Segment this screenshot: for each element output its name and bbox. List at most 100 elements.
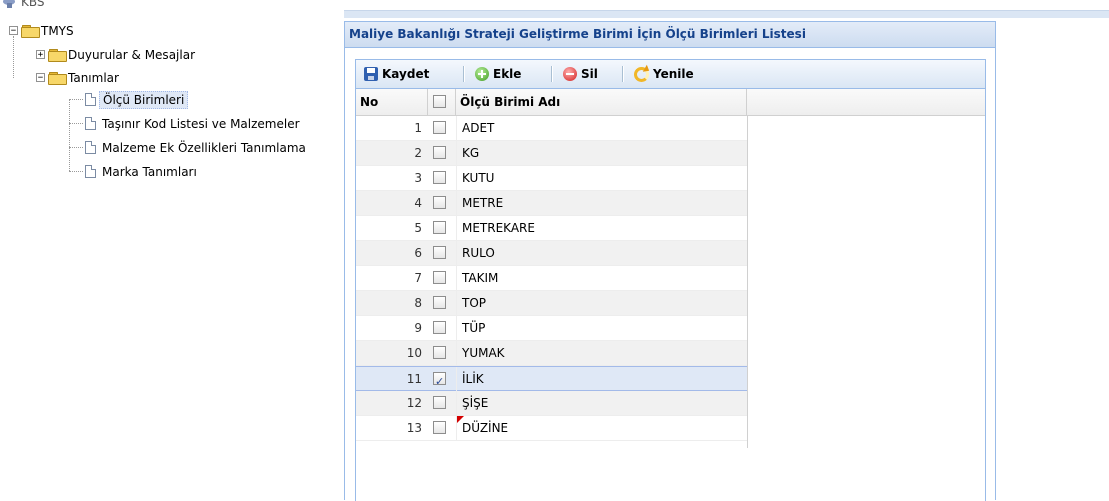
collapse-icon[interactable]: − xyxy=(36,73,45,83)
table-row[interactable]: 9 TÜP xyxy=(356,316,747,341)
row-checkbox[interactable] xyxy=(433,221,446,234)
table-row[interactable]: 12 ŞİŞE xyxy=(356,391,747,416)
row-select-cell xyxy=(428,141,456,165)
row-select-cell xyxy=(428,216,456,240)
table-row[interactable]: 13 DÜZİNE xyxy=(356,416,747,441)
row-checkbox[interactable] xyxy=(433,296,446,309)
row-select-cell xyxy=(428,316,456,340)
tree-item-duyurular[interactable]: Duyurular & Mesajlar xyxy=(65,46,198,64)
page-icon xyxy=(85,165,96,178)
row-checkbox[interactable] xyxy=(433,171,446,184)
delete-button[interactable]: Sil xyxy=(563,65,598,83)
expand-icon[interactable]: + xyxy=(36,50,45,60)
unit-name-cell[interactable]: YUMAK xyxy=(456,341,747,365)
row-select-cell xyxy=(428,416,456,440)
row-select-cell xyxy=(428,166,456,190)
refresh-icon xyxy=(634,67,649,82)
unit-name: RULO xyxy=(462,246,495,260)
table-row[interactable]: 7 TAKIM xyxy=(356,266,747,291)
row-checkbox[interactable] xyxy=(433,370,446,394)
row-number: 7 xyxy=(414,271,422,285)
row-checkbox[interactable] xyxy=(433,346,446,359)
tree-connector xyxy=(69,147,83,148)
grid-header: No Ölçü Birimi Adı xyxy=(356,89,985,116)
row-number: 12 xyxy=(406,396,422,410)
table-row[interactable]: 2 KG xyxy=(356,141,747,166)
table-row[interactable]: 5 METREKARE xyxy=(356,216,747,241)
table-row[interactable]: 11 İLİK xyxy=(356,366,747,394)
tab-strip xyxy=(344,10,1109,18)
row-select-cell xyxy=(428,116,456,140)
select-all-checkbox[interactable] xyxy=(433,95,446,108)
unit-name: METREKARE xyxy=(462,221,535,235)
tree-item-tanimlar[interactable]: Tanımlar xyxy=(65,69,122,87)
row-checkbox[interactable] xyxy=(433,396,446,409)
save-button[interactable]: Kaydet xyxy=(364,65,429,83)
row-checkbox[interactable] xyxy=(433,146,446,159)
unit-name-cell[interactable]: DÜZİNE xyxy=(456,416,747,440)
unit-name-cell[interactable]: ŞİŞE xyxy=(456,391,747,415)
row-checkbox[interactable] xyxy=(433,421,446,434)
table-row[interactable]: 1 ADET xyxy=(356,116,747,141)
table-row[interactable]: 6 RULO xyxy=(356,241,747,266)
table-row[interactable]: 10 YUMAK xyxy=(356,341,747,366)
row-number: 13 xyxy=(406,421,422,435)
tree-item-tasinir-kod[interactable]: Taşınır Kod Listesi ve Malzemeler xyxy=(99,115,303,133)
unit-name-cell[interactable]: KG xyxy=(456,141,747,165)
row-select-cell xyxy=(428,191,456,215)
row-select-cell xyxy=(428,367,456,394)
add-button[interactable]: Ekle xyxy=(475,65,521,83)
row-select-cell xyxy=(428,266,456,290)
folder-open-icon xyxy=(21,25,40,38)
unit-name-cell[interactable]: TOP xyxy=(456,291,747,315)
row-checkbox[interactable] xyxy=(433,246,446,259)
row-number: 3 xyxy=(414,171,422,185)
toolbar-separator xyxy=(463,66,465,82)
row-checkbox[interactable] xyxy=(433,196,446,209)
unit-name: İLİK xyxy=(462,372,484,386)
unit-name-cell[interactable]: RULO xyxy=(456,241,747,265)
tree-root-kbs[interactable]: KBS xyxy=(18,0,48,11)
folder-icon xyxy=(48,49,67,62)
row-checkbox[interactable] xyxy=(433,121,446,134)
unit-name-cell[interactable]: ADET xyxy=(456,116,747,140)
unit-name-cell[interactable]: METREKARE xyxy=(456,216,747,240)
collapse-icon[interactable]: − xyxy=(9,26,18,36)
row-number: 11 xyxy=(406,372,422,386)
unit-name-cell[interactable]: İLİK xyxy=(456,367,747,391)
tree-item-malzeme-ek[interactable]: Malzeme Ek Özellikleri Tanımlama xyxy=(99,139,309,157)
row-number: 2 xyxy=(414,146,422,160)
tree-item-marka[interactable]: Marka Tanımları xyxy=(99,163,200,181)
unit-name: METRE xyxy=(462,196,504,210)
page-icon xyxy=(85,93,96,106)
table-row[interactable]: 3 KUTU xyxy=(356,166,747,191)
unit-name: ADET xyxy=(462,121,495,135)
tree-item-olcu-birimleri[interactable]: Ölçü Birimleri xyxy=(99,91,189,109)
column-header-no[interactable]: No xyxy=(356,89,428,115)
unit-name-cell[interactable]: METRE xyxy=(456,191,747,215)
table-row[interactable]: 4 METRE xyxy=(356,191,747,216)
row-checkbox[interactable] xyxy=(433,271,446,284)
page-icon xyxy=(85,141,96,154)
add-icon xyxy=(475,67,489,81)
page-icon xyxy=(85,117,96,130)
table-row[interactable]: 8 TOP xyxy=(356,291,747,316)
row-select-cell xyxy=(428,341,456,365)
unit-name: KUTU xyxy=(462,171,495,185)
unit-name-cell[interactable]: TAKIM xyxy=(456,266,747,290)
column-header-name[interactable]: Ölçü Birimi Adı xyxy=(456,89,747,115)
toolbar: Kaydet Ekle Sil Yenile xyxy=(356,60,985,89)
tree-item-tmys[interactable]: TMYS xyxy=(38,22,77,40)
unit-name: TÜP xyxy=(462,321,486,335)
refresh-button[interactable]: Yenile xyxy=(634,65,694,83)
unit-name: DÜZİNE xyxy=(462,421,509,435)
folder-open-icon xyxy=(48,72,67,85)
row-checkbox[interactable] xyxy=(433,321,446,334)
unit-name: KG xyxy=(462,146,480,160)
unit-name-cell[interactable]: TÜP xyxy=(456,316,747,340)
tree-connector xyxy=(69,99,70,171)
row-number: 10 xyxy=(406,346,422,360)
unit-name-cell[interactable]: KUTU xyxy=(456,166,747,190)
units-panel: Maliye Bakanlığı Strateji Geliştirme Bir… xyxy=(344,21,996,501)
row-number: 4 xyxy=(414,196,422,210)
